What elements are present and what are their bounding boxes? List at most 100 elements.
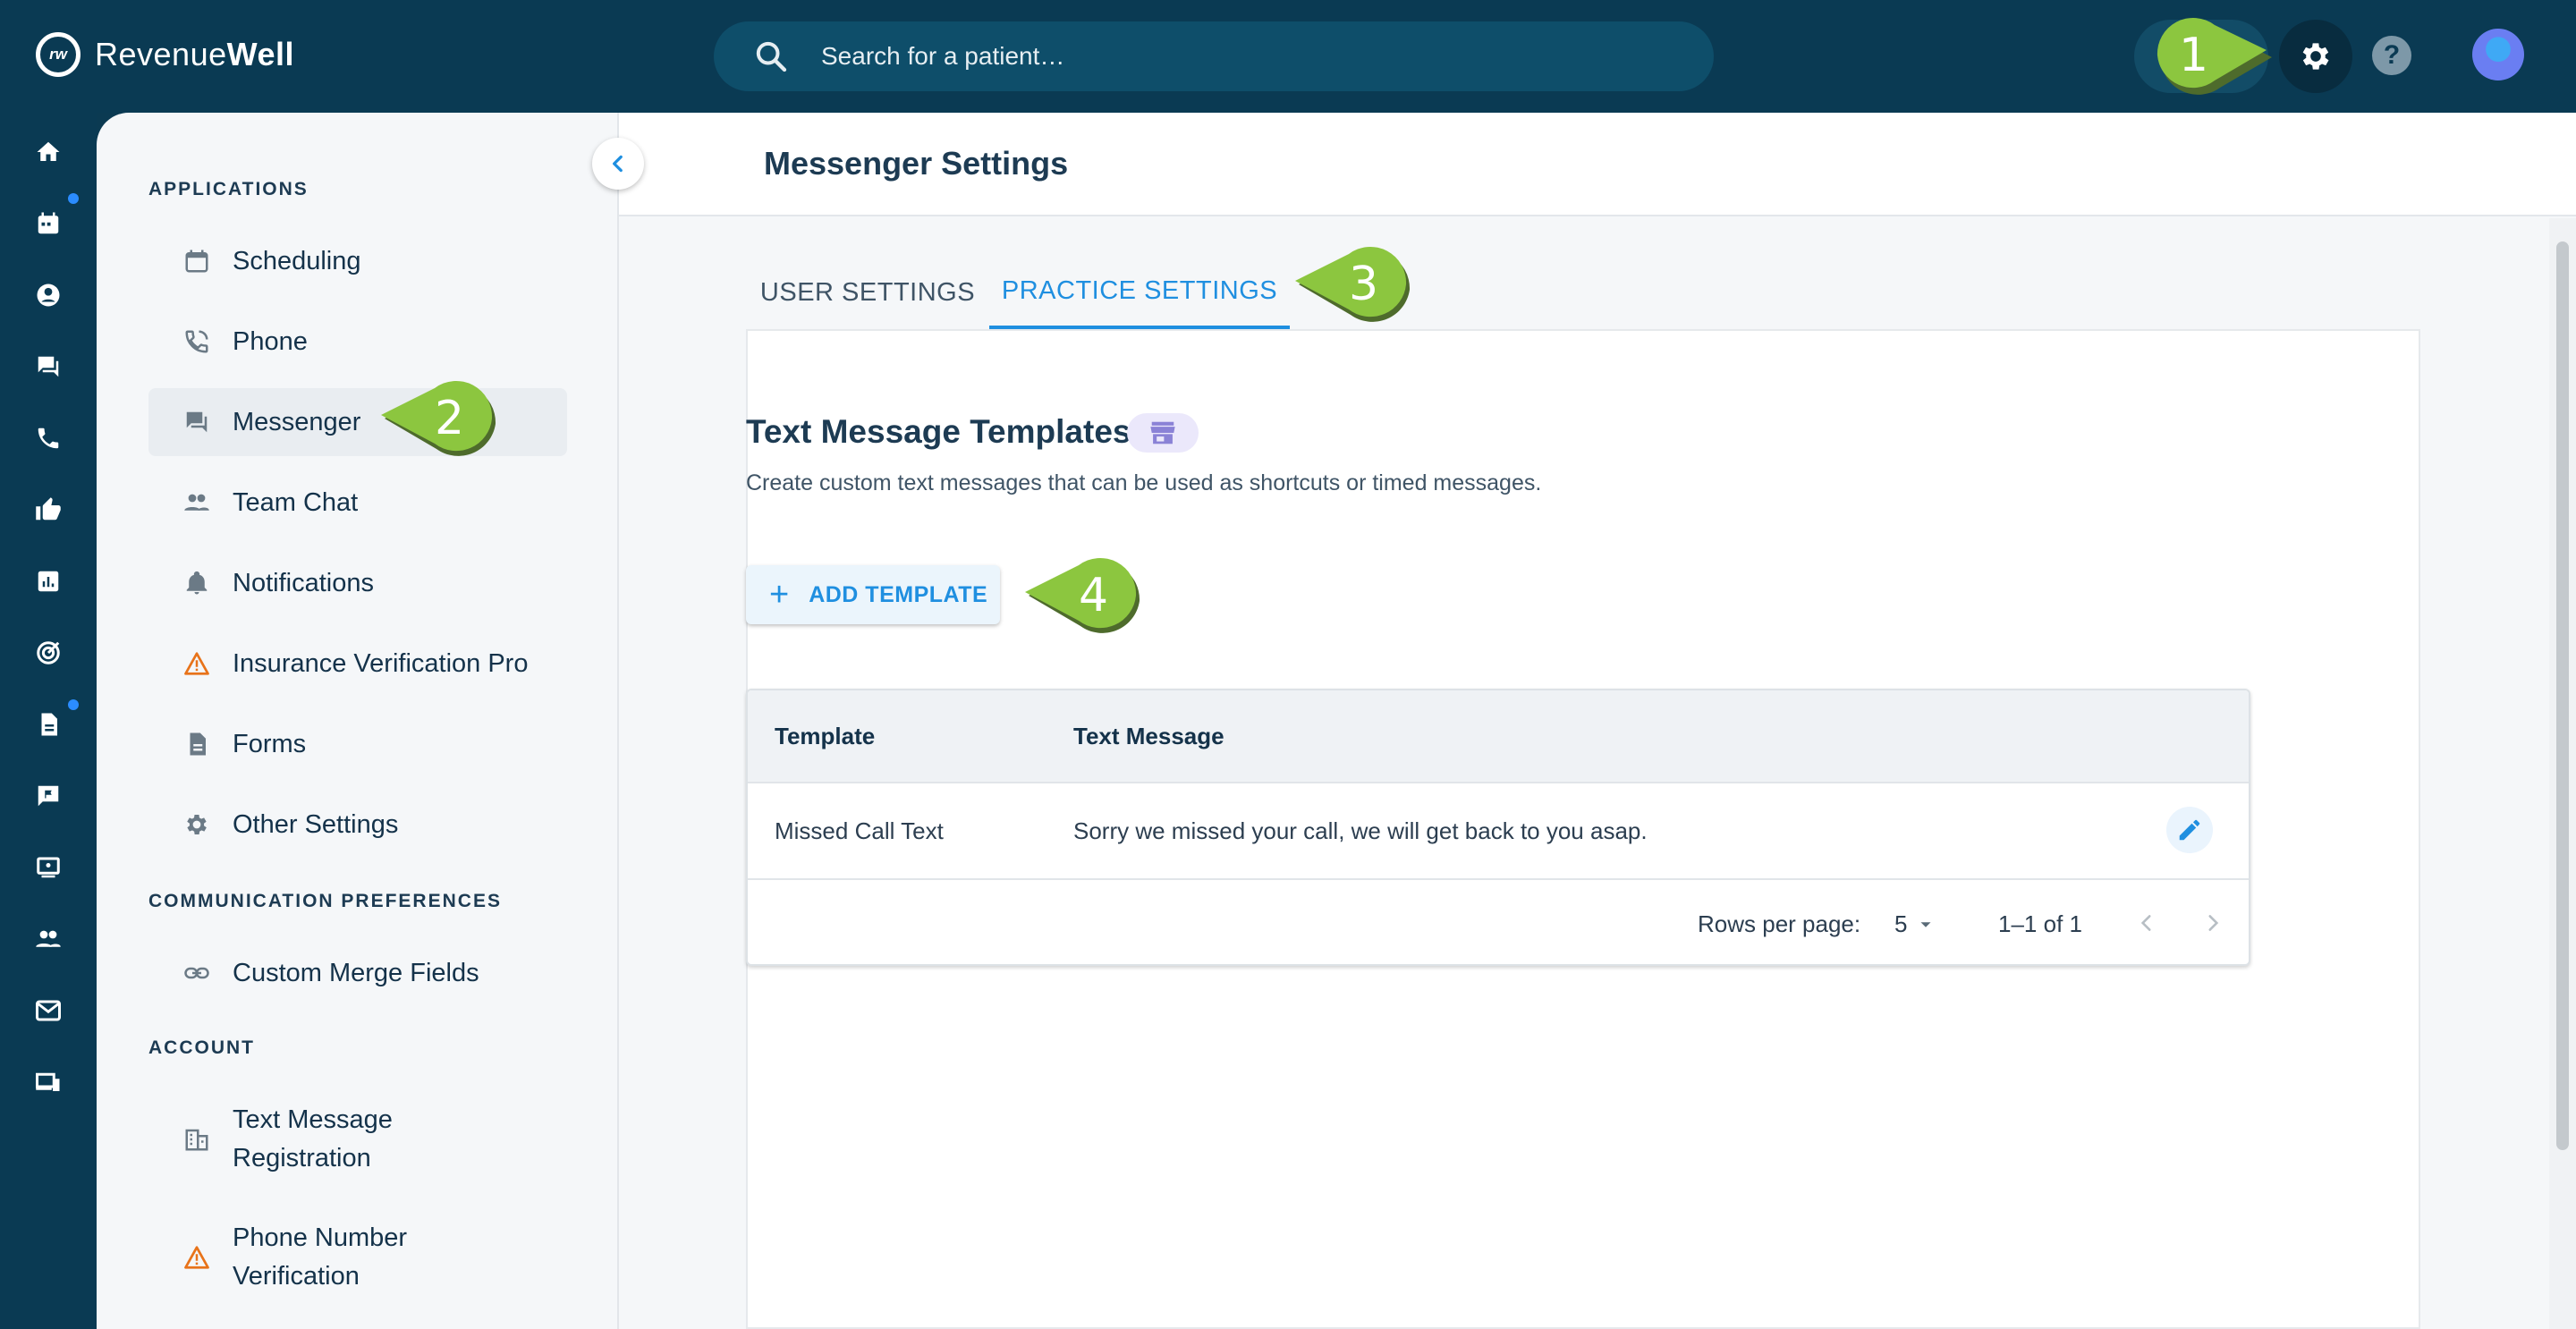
chat-icon [182, 408, 211, 436]
sidebar-item-label: Phone Number Verification [233, 1219, 407, 1296]
table-row[interactable]: Missed Call Text Sorry we missed your ca… [748, 783, 2249, 880]
logo-mark: rw [36, 32, 80, 77]
building-icon [182, 1125, 211, 1154]
flag-chat-icon[interactable] [34, 782, 63, 810]
sidebar-item-team-chat[interactable]: Team Chat [148, 469, 567, 537]
callout-number: 4 [1079, 569, 1109, 622]
pagination-range: 1–1 of 1 [1998, 910, 2082, 937]
sidebar-item-phone-number-verification[interactable]: Phone Number Verification [148, 1215, 567, 1300]
logo-wordmark: RevenueWell [95, 36, 294, 73]
next-page-button[interactable] [2199, 909, 2227, 937]
calendar-icon [182, 247, 211, 275]
sidebar-item-label: Custom Merge Fields [233, 958, 479, 987]
sidebar-item-messenger[interactable]: Messenger [148, 388, 567, 456]
brand-bold: Well [226, 36, 294, 72]
page-header: Messenger Settings [619, 113, 2576, 216]
phone-icon[interactable] [34, 424, 63, 453]
callout-2: 2 [377, 379, 499, 465]
sidebar-item-label: Forms [233, 729, 307, 758]
scrollbar-thumb[interactable] [2556, 241, 2569, 1150]
help-icon: ? [2383, 40, 2401, 70]
section-account: ACCOUNT [148, 1037, 255, 1058]
column-text-message[interactable]: Text Message [1073, 723, 1224, 750]
user-avatar[interactable] [2472, 29, 2524, 80]
thumbs-up-icon[interactable] [34, 495, 63, 524]
patient-search[interactable]: Search for a patient… [714, 21, 1714, 91]
sidebar-item-other-settings[interactable]: Other Settings [148, 791, 567, 859]
pencil-icon [2179, 819, 2200, 841]
sidebar-item-label: Messenger [233, 407, 361, 436]
settings-sidebar: APPLICATIONS Scheduling Phone Messenger … [97, 113, 619, 1329]
sidebar-item-insurance-verification[interactable]: Insurance Verification Pro [148, 630, 567, 698]
people-icon [182, 488, 211, 517]
sidebar-item-label: Insurance Verification Pro [233, 648, 529, 678]
sidebar-item-label: Other Settings [233, 809, 399, 839]
gear-icon [2302, 43, 2329, 70]
warning-icon [182, 649, 211, 678]
link-icon [182, 959, 211, 987]
sidebar-item-label: Scheduling [233, 246, 361, 275]
callout-3: 3 [1292, 245, 1413, 331]
callout-number: 2 [435, 392, 465, 445]
group-icon[interactable] [34, 925, 63, 953]
sidebar-item-text-message-registration[interactable]: Text Message Registration [148, 1096, 567, 1182]
help-button[interactable]: ? [2372, 36, 2411, 75]
prev-page-button[interactable] [2132, 909, 2161, 937]
devices-icon[interactable] [34, 1068, 63, 1096]
phone-icon [182, 327, 211, 356]
target-icon[interactable] [34, 639, 63, 667]
add-template-label: ADD TEMPLATE [809, 581, 988, 607]
collapse-sidebar-button[interactable] [592, 138, 644, 190]
monitor-icon[interactable] [34, 853, 63, 882]
sidebar-item-custom-merge-fields[interactable]: Custom Merge Fields [148, 939, 567, 1007]
callout-number: 1 [2179, 29, 2209, 82]
sidebar-item-label: Phone [233, 326, 308, 356]
bell-icon [182, 569, 211, 597]
template-name: Missed Call Text [775, 817, 944, 844]
chevron-left-icon [2140, 915, 2151, 931]
chevron-left-icon [613, 155, 623, 173]
column-template[interactable]: Template [775, 723, 875, 750]
brand-light: Revenue [95, 36, 227, 72]
store-icon [1150, 421, 1175, 444]
edit-template-button[interactable] [2166, 807, 2213, 853]
settings-tabs: USER SETTINGS PRACTICE SETTINGS [746, 256, 2420, 329]
section-communication-preferences: COMMUNICATION PREFERENCES [148, 891, 502, 911]
revenuewell-logo[interactable]: rw RevenueWell [36, 27, 294, 82]
tab-practice-settings[interactable]: PRACTICE SETTINGS [989, 256, 1290, 329]
settings-button[interactable] [2279, 20, 2352, 93]
mail-icon[interactable] [34, 996, 63, 1025]
sidebar-item-notifications[interactable]: Notifications [148, 549, 567, 617]
document-icon [182, 730, 211, 758]
warning-icon [182, 1243, 211, 1272]
add-template-button[interactable]: + ADD TEMPLATE [746, 565, 1000, 624]
sidebar-item-phone[interactable]: Phone [148, 308, 567, 376]
chevron-right-icon [2208, 915, 2219, 931]
section-applications: APPLICATIONS [148, 179, 309, 199]
sidebar-item-label: Notifications [233, 568, 374, 597]
notification-dot [68, 699, 79, 710]
sidebar-item-forms[interactable]: Forms [148, 710, 567, 778]
templates-table: Template Text Message Missed Call Text S… [746, 689, 2250, 966]
rows-per-page-select[interactable]: 5 [1894, 910, 1936, 938]
tab-user-settings[interactable]: USER SETTINGS [746, 256, 989, 329]
search-input[interactable]: Search for a patient… [821, 42, 1064, 71]
callout-1: 1 [2150, 14, 2272, 100]
template-message: Sorry we missed your call, we will get b… [1073, 817, 1648, 844]
icon-rail [0, 113, 97, 1329]
page-title: Messenger Settings [764, 145, 1069, 182]
sidebar-item-scheduling[interactable]: Scheduling [148, 227, 567, 295]
store-chip[interactable] [1127, 413, 1199, 453]
patient-icon[interactable] [34, 281, 63, 309]
notification-dot [68, 193, 79, 204]
document-icon[interactable] [34, 710, 63, 739]
reports-icon[interactable] [34, 567, 63, 596]
callout-4: 4 [1021, 556, 1143, 642]
table-pagination: Rows per page: 5 1–1 of 1 [748, 880, 2249, 964]
callout-number: 3 [1349, 258, 1379, 311]
messages-icon[interactable] [34, 352, 63, 381]
rows-per-page-label: Rows per page: [1698, 910, 1861, 937]
calendar-icon[interactable] [34, 209, 63, 238]
home-icon[interactable] [34, 138, 63, 166]
gear-icon [182, 810, 211, 839]
